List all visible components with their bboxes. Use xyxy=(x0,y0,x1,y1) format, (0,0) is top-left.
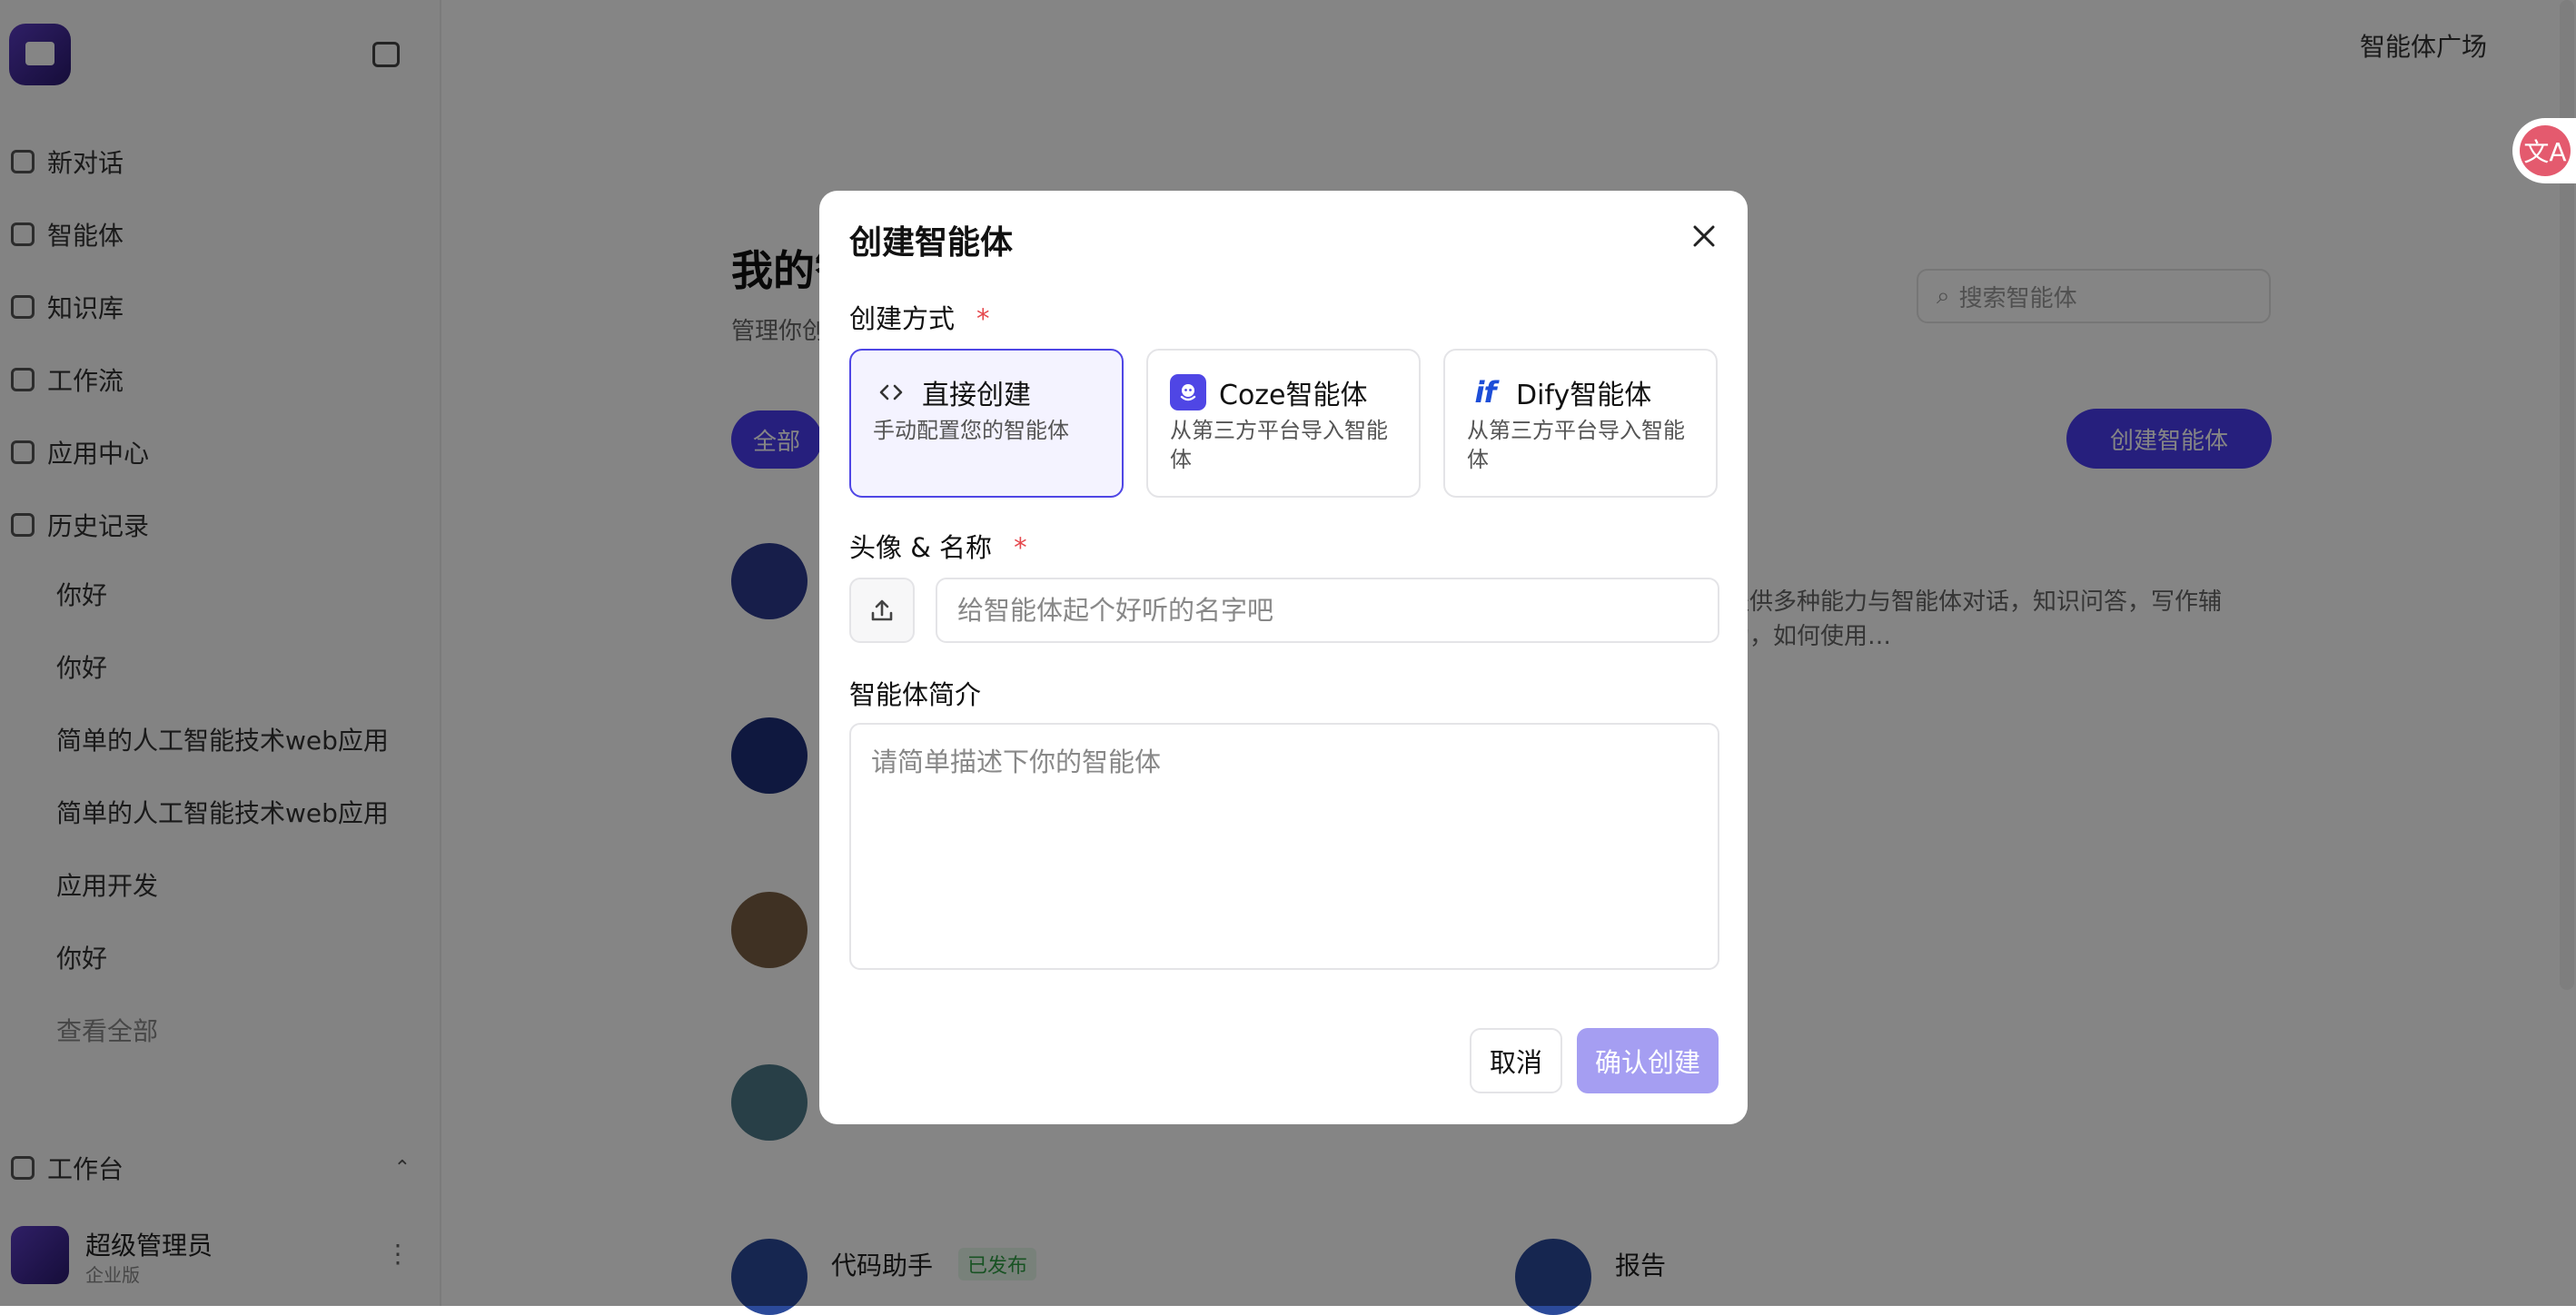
cancel-button[interactable]: 取消 xyxy=(1470,1028,1562,1093)
create-agent-dialog: 创建智能体 创建方式 * 直接创建 手动配置您的智能体 Coze智能体 从第三方平… xyxy=(819,191,1748,1124)
method-title: Coze智能体 xyxy=(1219,380,1368,411)
close-icon[interactable] xyxy=(1686,218,1722,254)
upload-icon xyxy=(871,599,893,621)
method-title: 直接创建 xyxy=(922,380,1031,411)
method-card-coze[interactable]: Coze智能体 从第三方平台导入智能体 xyxy=(1146,349,1421,498)
required-mark: * xyxy=(1014,532,1027,563)
confirm-create-button[interactable]: 确认创建 xyxy=(1577,1028,1719,1093)
dialog-title: 创建智能体 xyxy=(849,224,1014,262)
name-field-label: 头像 & 名称 * xyxy=(849,527,1027,565)
translate-icon: 文A xyxy=(2520,125,2571,176)
avatar-upload-button[interactable] xyxy=(849,578,915,643)
required-mark: * xyxy=(976,303,990,334)
desc-field-label: 智能体简介 xyxy=(849,679,982,710)
method-title: Dify智能体 xyxy=(1516,380,1652,411)
agent-name-input[interactable] xyxy=(936,578,1719,643)
code-icon xyxy=(873,374,909,410)
method-card-direct[interactable]: 直接创建 手动配置您的智能体 xyxy=(849,349,1124,498)
method-field-label: 创建方式 * xyxy=(849,298,990,336)
method-description: 手动配置您的智能体 xyxy=(873,418,1069,443)
method-description: 从第三方平台导入智能体 xyxy=(1170,418,1388,472)
name-label-text: 头像 & 名称 xyxy=(849,532,993,563)
dify-icon: if xyxy=(1474,375,1497,410)
method-description: 从第三方平台导入智能体 xyxy=(1467,418,1685,472)
method-label-text: 创建方式 xyxy=(849,303,956,334)
coze-icon xyxy=(1170,374,1206,410)
method-card-dify[interactable]: if Dify智能体 从第三方平台导入智能体 xyxy=(1443,349,1718,498)
agent-description-textarea[interactable] xyxy=(849,723,1719,970)
translate-extension-button[interactable]: 文A xyxy=(2512,118,2576,183)
